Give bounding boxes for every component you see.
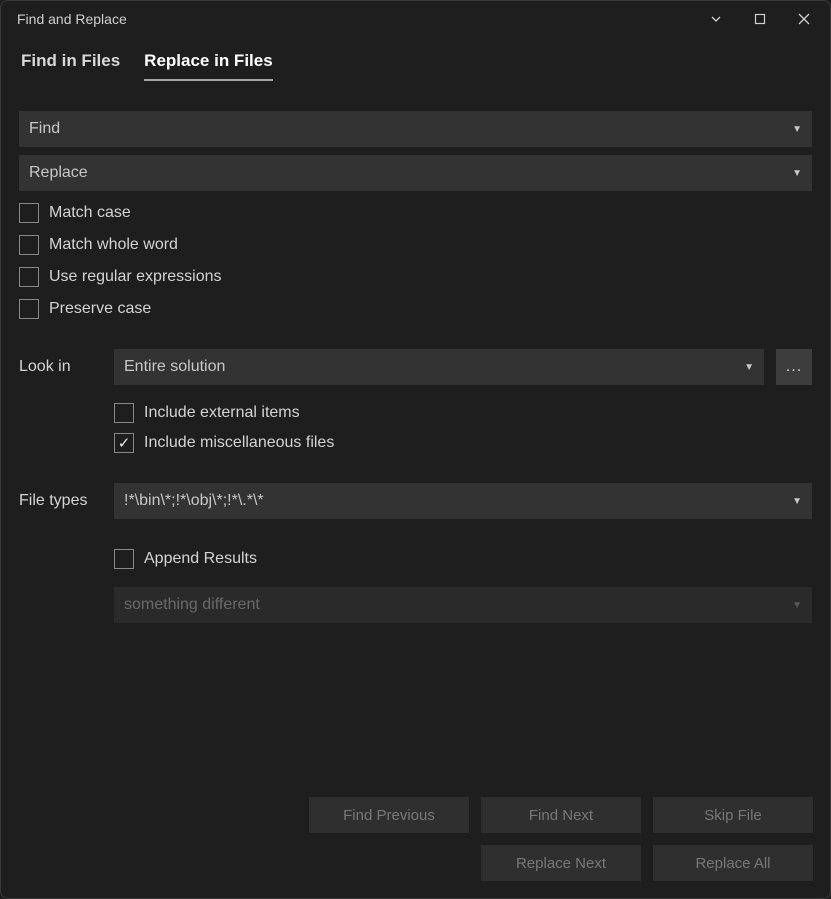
match-case-label: Match case [49, 204, 131, 222]
replace-placeholder: Replace [29, 164, 88, 182]
dialog-content: Find ▼ Replace ▼ Match case Match whole … [1, 81, 830, 649]
skip-file-button[interactable]: Skip File [653, 797, 813, 833]
use-regex-checkbox[interactable] [19, 267, 39, 287]
match-whole-word-label: Match whole word [49, 236, 178, 254]
action-buttons: Find Previous Find Next Skip File Replac… [309, 797, 813, 881]
include-misc-label: Include miscellaneous files [144, 434, 334, 452]
titlebar: Find and Replace [1, 1, 830, 37]
find-placeholder: Find [29, 120, 60, 138]
use-regex-label: Use regular expressions [49, 268, 222, 286]
result-window-value: something different [124, 596, 260, 614]
browse-button[interactable]: ... [776, 349, 812, 385]
dropdown-arrow-icon: ▼ [744, 362, 754, 373]
append-results-checkbox[interactable] [114, 549, 134, 569]
file-types-input[interactable]: !*\bin\*;!*\obj\*;!*\.*\* ▼ [114, 483, 812, 519]
chevron-down-icon [709, 12, 723, 26]
maximize-button[interactable] [742, 5, 778, 33]
dropdown-arrow-icon: ▼ [792, 496, 802, 507]
include-misc-checkbox[interactable] [114, 433, 134, 453]
find-next-button[interactable]: Find Next [481, 797, 641, 833]
dropdown-arrow-icon: ▼ [792, 168, 802, 179]
find-previous-button[interactable]: Find Previous [309, 797, 469, 833]
result-window-select: something different ▼ [114, 587, 812, 623]
file-types-label: File types [19, 492, 114, 510]
close-button[interactable] [786, 5, 822, 33]
dropdown-arrow-icon: ▼ [792, 600, 802, 611]
append-results-label: Append Results [144, 550, 257, 568]
minimize-button[interactable] [698, 5, 734, 33]
look-in-label: Look in [19, 358, 114, 376]
find-input[interactable]: Find ▼ [19, 111, 812, 147]
tab-find-in-files[interactable]: Find in Files [21, 51, 120, 81]
match-case-checkbox[interactable] [19, 203, 39, 223]
look-in-value: Entire solution [124, 358, 225, 376]
replace-next-button[interactable]: Replace Next [481, 845, 641, 881]
replace-input[interactable]: Replace ▼ [19, 155, 812, 191]
dropdown-arrow-icon: ▼ [792, 124, 802, 135]
include-external-checkbox[interactable] [114, 403, 134, 423]
window-title: Find and Replace [17, 11, 698, 27]
match-whole-word-checkbox[interactable] [19, 235, 39, 255]
window-controls [698, 5, 822, 33]
maximize-icon [754, 13, 766, 25]
close-icon [798, 13, 810, 25]
tab-replace-in-files[interactable]: Replace in Files [144, 51, 273, 81]
file-types-value: !*\bin\*;!*\obj\*;!*\.*\* [124, 492, 264, 510]
include-external-label: Include external items [144, 404, 300, 422]
preserve-case-label: Preserve case [49, 300, 151, 318]
tab-bar: Find in Files Replace in Files [1, 37, 830, 81]
preserve-case-checkbox[interactable] [19, 299, 39, 319]
replace-all-button[interactable]: Replace All [653, 845, 813, 881]
look-in-select[interactable]: Entire solution ▼ [114, 349, 764, 385]
